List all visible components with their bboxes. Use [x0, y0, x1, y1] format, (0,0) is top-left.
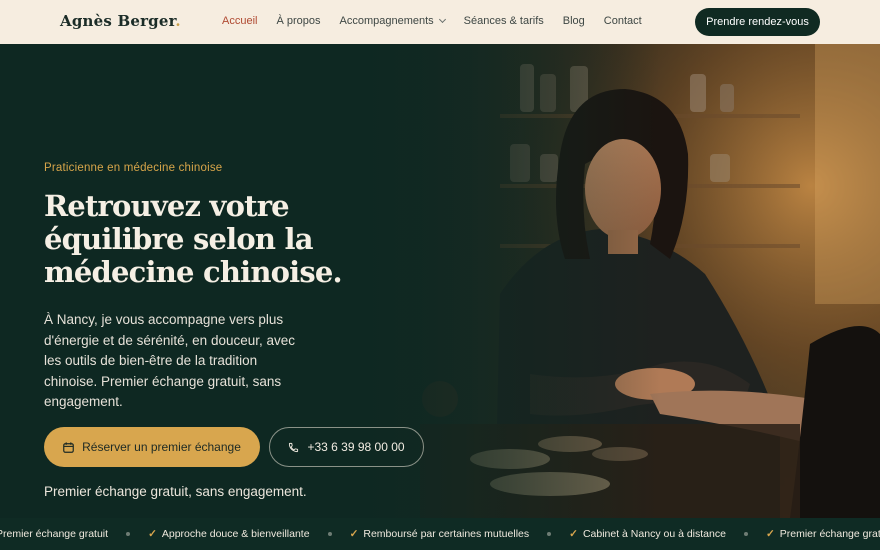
calendar-icon [63, 441, 74, 453]
ticker-item: Premier échange gratuit [0, 528, 108, 540]
book-appointment-button[interactable]: Prendre rendez-vous [695, 8, 820, 36]
hero-eyebrow: Praticienne en médecine chinoise [44, 162, 223, 174]
ticker-item: ✓ Premier échange gratuit [766, 528, 880, 540]
ticker-item: ✓ Approche douce & bienveillante [148, 528, 310, 540]
nav-link-accueil[interactable]: Accueil [222, 15, 257, 27]
ticker-separator [547, 532, 552, 536]
phone-number-label[interactable]: +33 6 39 98 00 00 [307, 440, 404, 454]
ticker-track: Premier échange gratuit ✓ Approche douce … [0, 528, 880, 540]
hero-note: Premier échange gratuit, sans engagement… [44, 484, 307, 499]
brand-dot: . [175, 12, 181, 30]
check-icon: ✓ [569, 528, 578, 540]
check-icon: ✓ [148, 528, 157, 540]
hero-section: Praticienne en médecine chinoise Retrouv… [0, 44, 880, 518]
phone-call-button[interactable]: +33 6 39 98 00 00 [269, 427, 424, 467]
phone-icon [289, 442, 299, 452]
ticker-item-label: Premier échange gratuit [0, 528, 109, 540]
book-first-meeting-button[interactable]: Réserver un premier échange [44, 427, 260, 467]
ticker-separator [327, 532, 332, 536]
ticker-item-label: Approche douce & bienveillante [161, 528, 310, 540]
nav-link-accompagnements-label[interactable]: Accompagnements [340, 15, 434, 27]
nav-link-accompagnements[interactable]: Accompagnements [340, 15, 446, 27]
features-ticker: Premier échange gratuit ✓ Approche douce … [0, 518, 880, 550]
brand-logo[interactable]: Agnès Berger. [60, 12, 181, 30]
brand-name[interactable]: Agnès Berger [60, 12, 175, 30]
ticker-item: ✓ Remboursé par certaines mutuelles [350, 528, 530, 540]
ticker-separator [743, 532, 748, 536]
nav-link-seances-tarifs[interactable]: Séances & tarifs [464, 15, 544, 27]
ticker-item-label: Premier échange gratuit [779, 528, 880, 540]
nav-link-a-propos[interactable]: À propos [276, 15, 320, 27]
ticker-separator [126, 532, 131, 536]
hero-description: À Nancy, je vous accompagne vers plus d'… [44, 312, 296, 409]
nav-link-blog[interactable]: Blog [563, 15, 585, 27]
ticker-item: ✓ Cabinet à Nancy ou à distance [569, 528, 726, 540]
top-navbar: Agnès Berger. Accueil À propos Accompagn… [0, 0, 880, 44]
chevron-down-icon[interactable] [438, 15, 446, 24]
ticker-item-label: Cabinet à Nancy ou à distance [582, 528, 726, 540]
ticker-item-label: Remboursé par certaines mutuelles [363, 528, 530, 540]
main-menu: Accueil À propos Accompagnements Séances… [222, 15, 661, 27]
check-icon: ✓ [765, 528, 775, 540]
hero-title: Retrouvez votre équilibre selon la médec… [44, 189, 343, 289]
book-first-meeting-label[interactable]: Réserver un premier échange [82, 440, 241, 454]
check-icon: ✓ [349, 528, 359, 540]
nav-link-contact[interactable]: Contact [604, 15, 642, 27]
